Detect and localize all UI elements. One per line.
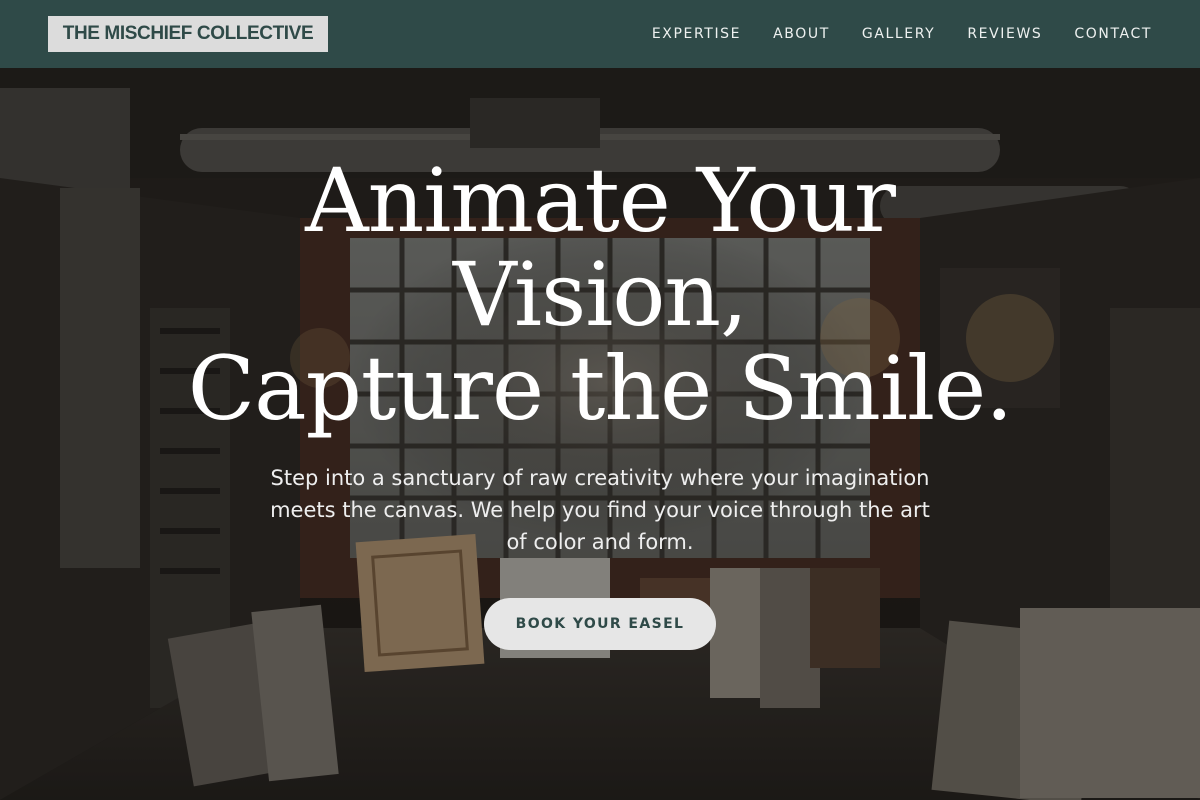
hero-headline-line-1: Animate Your — [305, 149, 896, 252]
nav-link-about[interactable]: ABOUT — [773, 26, 830, 42]
nav-item-expertise: EXPERTISE — [652, 25, 741, 43]
book-your-easel-button[interactable]: BOOK YOUR EASEL — [484, 598, 716, 650]
hero-headline: Animate Your Vision, Capture the Smile. — [100, 154, 1100, 436]
nav-link-contact[interactable]: CONTACT — [1074, 26, 1152, 42]
nav-link-reviews[interactable]: REVIEWS — [967, 26, 1042, 42]
nav-item-contact: CONTACT — [1074, 25, 1152, 43]
hero-content: Animate Your Vision, Capture the Smile. … — [0, 68, 1200, 800]
hero-subtext: Step into a sanctuary of raw creativity … — [270, 466, 930, 554]
nav-link-gallery[interactable]: GALLERY — [862, 26, 935, 42]
nav-item-reviews: REVIEWS — [967, 25, 1042, 43]
hero-section: Animate Your Vision, Capture the Smile. … — [0, 68, 1200, 800]
site-header: THE MISCHIEF COLLECTIVE EXPERTISE ABOUT … — [0, 0, 1200, 68]
hero-headline-line-3: Capture the Smile. — [187, 337, 1013, 440]
nav-item-gallery: GALLERY — [862, 25, 935, 43]
main-nav: EXPERTISE ABOUT GALLERY REVIEWS CONTACT — [652, 0, 1152, 68]
landing-page: THE MISCHIEF COLLECTIVE EXPERTISE ABOUT … — [0, 0, 1200, 800]
hero-headline-line-2: Vision, — [452, 243, 748, 346]
nav-link-expertise[interactable]: EXPERTISE — [652, 26, 741, 42]
nav-item-about: ABOUT — [773, 25, 830, 43]
brand-logo[interactable]: THE MISCHIEF COLLECTIVE — [48, 16, 328, 52]
